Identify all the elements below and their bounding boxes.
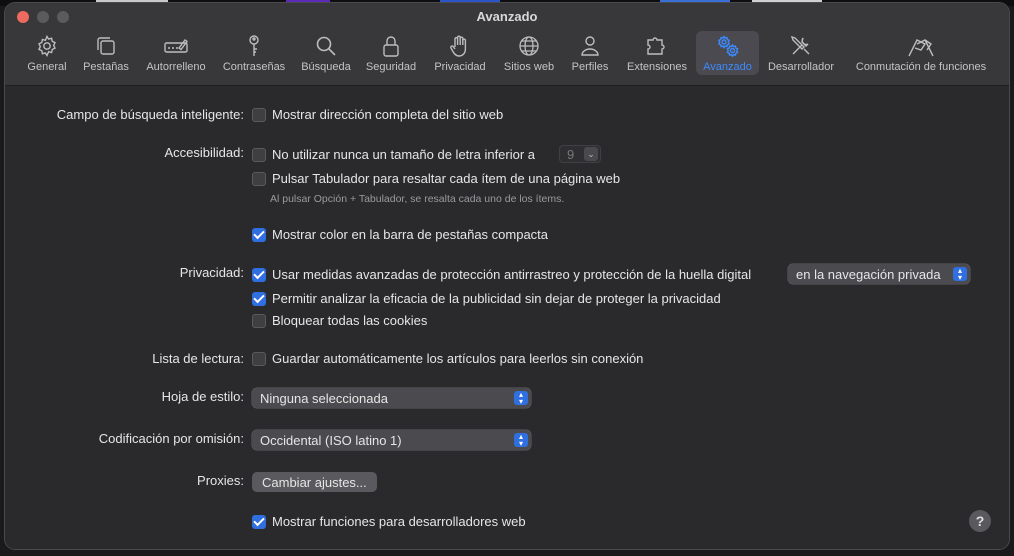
- option-tab-highlight[interactable]: Pulsar Tabulador para resaltar cada ítem…: [252, 171, 620, 186]
- checkbox-compact-tab-color[interactable]: [252, 227, 266, 242]
- tracking-scope-select[interactable]: en la navegación privada ▴ ▾: [788, 264, 970, 284]
- tab-contrasenas[interactable]: Contraseñas: [218, 31, 290, 75]
- checkbox-save-offline[interactable]: [252, 351, 266, 366]
- checkbox-advanced-tracking[interactable]: [252, 267, 266, 282]
- chevron-updown-icon: ▴ ▾: [514, 433, 528, 448]
- tab-pestanas[interactable]: Pestañas: [78, 31, 134, 75]
- window-title: Avanzado: [476, 9, 538, 24]
- lock-icon: [379, 34, 403, 58]
- tab-highlight-hint: Al pulsar Opción + Tabulador, se resalta…: [270, 193, 565, 205]
- option-save-offline[interactable]: Guardar automáticamente los artículos pa…: [252, 351, 643, 366]
- label-accessibility: Accesibilidad:: [164, 145, 245, 160]
- label-proxies: Proxies:: [197, 473, 244, 488]
- tab-sitios-web[interactable]: Sitios web: [499, 31, 559, 75]
- label-privacy: Privacidad:: [179, 265, 244, 280]
- person-icon: [578, 34, 602, 58]
- option-show-dev-features[interactable]: Mostrar funciones para desarrolladores w…: [252, 514, 526, 529]
- stylesheet-select[interactable]: Ninguna seleccionada ▴ ▾: [252, 388, 531, 408]
- globe-icon: [517, 34, 541, 58]
- encoding-select[interactable]: Occidental (ISO latino 1) ▴ ▾: [252, 430, 531, 450]
- tabs-icon: [94, 34, 118, 58]
- gears-icon: [716, 34, 740, 58]
- tab-general[interactable]: General: [23, 31, 71, 75]
- tab-autorrelleno[interactable]: Autorrelleno: [141, 31, 211, 75]
- checkbox-tab-highlight[interactable]: [252, 171, 266, 186]
- checkbox-show-full-address[interactable]: [252, 107, 266, 122]
- label-encoding: Codificación por omisión:: [98, 431, 244, 446]
- chevron-updown-icon: ▴ ▾: [514, 391, 528, 406]
- label-reading-list: Lista de lectura:: [152, 351, 244, 366]
- tab-desarrollador[interactable]: Desarrollador: [765, 31, 837, 75]
- tab-busqueda[interactable]: Búsqueda: [297, 31, 355, 75]
- tab-extensiones[interactable]: Extensiones: [622, 31, 692, 75]
- tab-privacidad[interactable]: Privacidad: [429, 31, 491, 75]
- label-smart-search: Campo de búsqueda inteligente:: [56, 107, 244, 122]
- tab-conmutacion-funciones[interactable]: Conmutación de funciones: [848, 31, 994, 75]
- option-min-font-size[interactable]: No utilizar nunca un tamaño de letra inf…: [252, 147, 535, 162]
- flags-icon: [903, 34, 939, 58]
- tab-perfiles[interactable]: Perfiles: [566, 31, 614, 75]
- change-proxy-settings-button[interactable]: Cambiar ajustes...: [252, 472, 377, 492]
- advanced-pane: Campo de búsqueda inteligente: Mostrar d…: [5, 86, 1009, 549]
- option-ad-measurement[interactable]: Permitir analizar la eficacia de la publ…: [252, 291, 721, 306]
- titlebar: Avanzado General Pestañas Autorrelleno C…: [5, 3, 1009, 86]
- option-show-full-address[interactable]: Mostrar dirección completa del sitio web: [252, 107, 503, 122]
- gear-icon: [35, 34, 59, 58]
- key-icon: [242, 34, 266, 58]
- hand-icon: [448, 34, 472, 58]
- chevron-down-icon: ⌄: [584, 147, 598, 161]
- chevron-updown-icon: ▴ ▾: [953, 267, 967, 282]
- tools-icon: [789, 34, 813, 58]
- checkbox-ad-measurement[interactable]: [252, 291, 266, 306]
- tab-avanzado[interactable]: Avanzado: [696, 31, 759, 75]
- label-stylesheet: Hoja de estilo:: [161, 389, 244, 404]
- min-font-size-select[interactable]: 9 ⌄: [559, 145, 601, 163]
- search-icon: [314, 34, 338, 58]
- autofill-icon: [164, 34, 188, 58]
- checkbox-show-dev-features[interactable]: [252, 514, 266, 529]
- preferences-window: Avanzado General Pestañas Autorrelleno C…: [5, 3, 1009, 549]
- tab-seguridad[interactable]: Seguridad: [363, 31, 419, 75]
- help-button[interactable]: ?: [969, 510, 991, 532]
- option-advanced-tracking[interactable]: Usar medidas avanzadas de protección ant…: [252, 267, 751, 282]
- puzzle-icon: [645, 34, 669, 58]
- option-compact-tab-color[interactable]: Mostrar color en la barra de pestañas co…: [252, 227, 548, 242]
- checkbox-block-cookies[interactable]: [252, 313, 266, 328]
- checkbox-min-font-size[interactable]: [252, 147, 266, 162]
- option-block-cookies[interactable]: Bloquear todas las cookies: [252, 313, 427, 328]
